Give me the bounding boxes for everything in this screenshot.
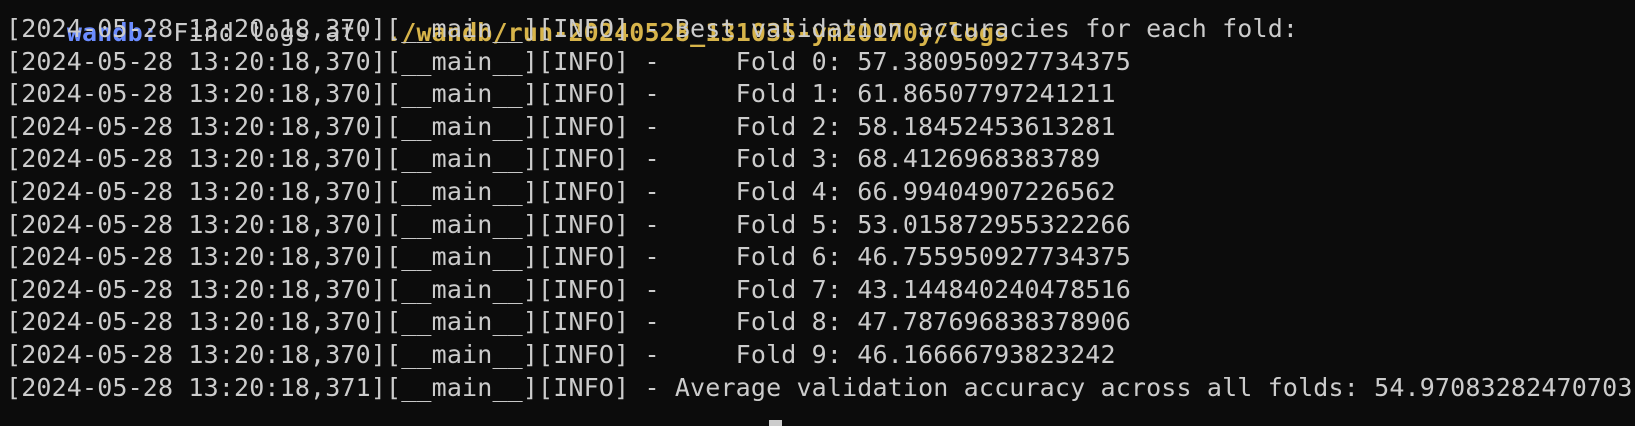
log-line-fold: [2024-05-28 13:20:18,370][__main__][INFO…: [6, 242, 1131, 272]
log-line-fold: [2024-05-28 13:20:18,370][__main__][INFO…: [6, 46, 1131, 76]
log-output: [2024-05-28 13:20:18,370][__main__][INFO…: [6, 13, 1633, 404]
log-line-fold: [2024-05-28 13:20:18,370][__main__][INFO…: [6, 209, 1131, 239]
log-line-footer: [2024-05-28 13:20:18,371][__main__][INFO…: [6, 372, 1633, 402]
log-line-fold: [2024-05-28 13:20:18,370][__main__][INFO…: [6, 274, 1131, 304]
log-line-header: [2024-05-28 13:20:18,370][__main__][INFO…: [6, 14, 1299, 43]
terminal-window[interactable]: wandb: Find logs at: ./wandb/run-2024052…: [0, 0, 1635, 426]
log-line-fold: [2024-05-28 13:20:18,370][__main__][INFO…: [6, 339, 1116, 369]
log-line-fold: [2024-05-28 13:20:18,370][__main__][INFO…: [6, 176, 1116, 206]
log-line-fold: [2024-05-28 13:20:18,370][__main__][INFO…: [6, 307, 1131, 337]
log-line-fold: [2024-05-28 13:20:18,370][__main__][INFO…: [6, 111, 1116, 141]
log-line-fold: [2024-05-28 13:20:18,370][__main__][INFO…: [6, 144, 1101, 174]
log-line-fold: [2024-05-28 13:20:18,370][__main__][INFO…: [6, 79, 1116, 109]
text-cursor: [769, 420, 782, 426]
